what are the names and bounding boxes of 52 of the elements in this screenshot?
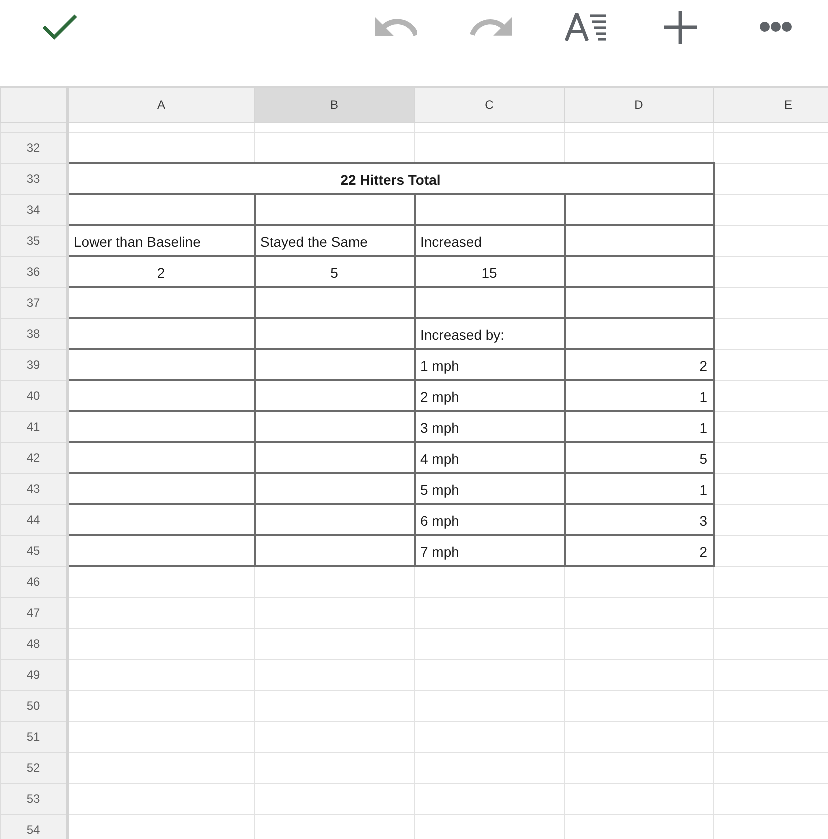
table-cell: 1 mph <box>414 349 564 380</box>
header-corner <box>0 87 68 122</box>
table-cell: 1 <box>564 473 714 504</box>
row-number[interactable]: 47 <box>0 597 68 628</box>
table-cell: 15 <box>414 256 564 287</box>
row-number[interactable]: 50 <box>0 690 68 721</box>
table-cell: 3 <box>564 504 714 535</box>
row-number[interactable]: 48 <box>0 628 68 659</box>
table-cell: Increased by: <box>414 318 564 349</box>
row-number[interactable]: 36 <box>0 256 68 287</box>
row-number[interactable]: 33 <box>0 163 68 194</box>
row-number[interactable]: 52 <box>0 752 68 783</box>
table-cell: Stayed the Same <box>254 225 414 256</box>
row-number[interactable]: 54 <box>0 814 68 839</box>
row-number[interactable]: 40 <box>0 380 68 411</box>
row-number[interactable]: 41 <box>0 411 68 442</box>
table-cell: 1 <box>564 411 714 442</box>
row-number[interactable]: 38 <box>0 318 68 349</box>
table-title: 22 Hitters Total <box>68 163 714 194</box>
column-header[interactable]: E <box>714 87 828 122</box>
column-header[interactable]: C <box>414 87 564 122</box>
row-number[interactable]: 44 <box>0 504 68 535</box>
table-cell: 5 mph <box>414 473 564 504</box>
row-number[interactable]: 51 <box>0 721 68 752</box>
column-header[interactable]: A <box>68 87 254 122</box>
row-number[interactable]: 46 <box>0 566 68 597</box>
row-header <box>0 122 68 132</box>
row-number[interactable]: 35 <box>0 225 68 256</box>
row-number[interactable]: 42 <box>0 442 68 473</box>
row-number[interactable]: 34 <box>0 194 68 225</box>
table-cell: 1 <box>564 380 714 411</box>
table-cell: 6 mph <box>414 504 564 535</box>
column-header[interactable]: D <box>564 87 714 122</box>
table-cell: 4 mph <box>414 442 564 473</box>
row-number[interactable]: 32 <box>0 132 68 163</box>
table-cell: 2 <box>68 256 254 287</box>
column-header[interactable]: B <box>254 87 414 122</box>
table-cell: Increased <box>414 225 564 256</box>
row-number[interactable]: 49 <box>0 659 68 690</box>
row-number[interactable]: 45 <box>0 535 68 566</box>
table-cell: 2 mph <box>414 380 564 411</box>
table-cell: 7 mph <box>414 535 564 566</box>
row-number[interactable]: 43 <box>0 473 68 504</box>
row-number[interactable]: 39 <box>0 349 68 380</box>
table-cell: 2 <box>564 535 714 566</box>
table-cell: Lower than Baseline <box>68 225 254 256</box>
table-cell: 5 <box>564 442 714 473</box>
row-number[interactable]: 53 <box>0 783 68 814</box>
table-cell: 2 <box>564 349 714 380</box>
table-cell: 5 <box>254 256 414 287</box>
table-cell: 3 mph <box>414 411 564 442</box>
row-number[interactable]: 37 <box>0 287 68 318</box>
